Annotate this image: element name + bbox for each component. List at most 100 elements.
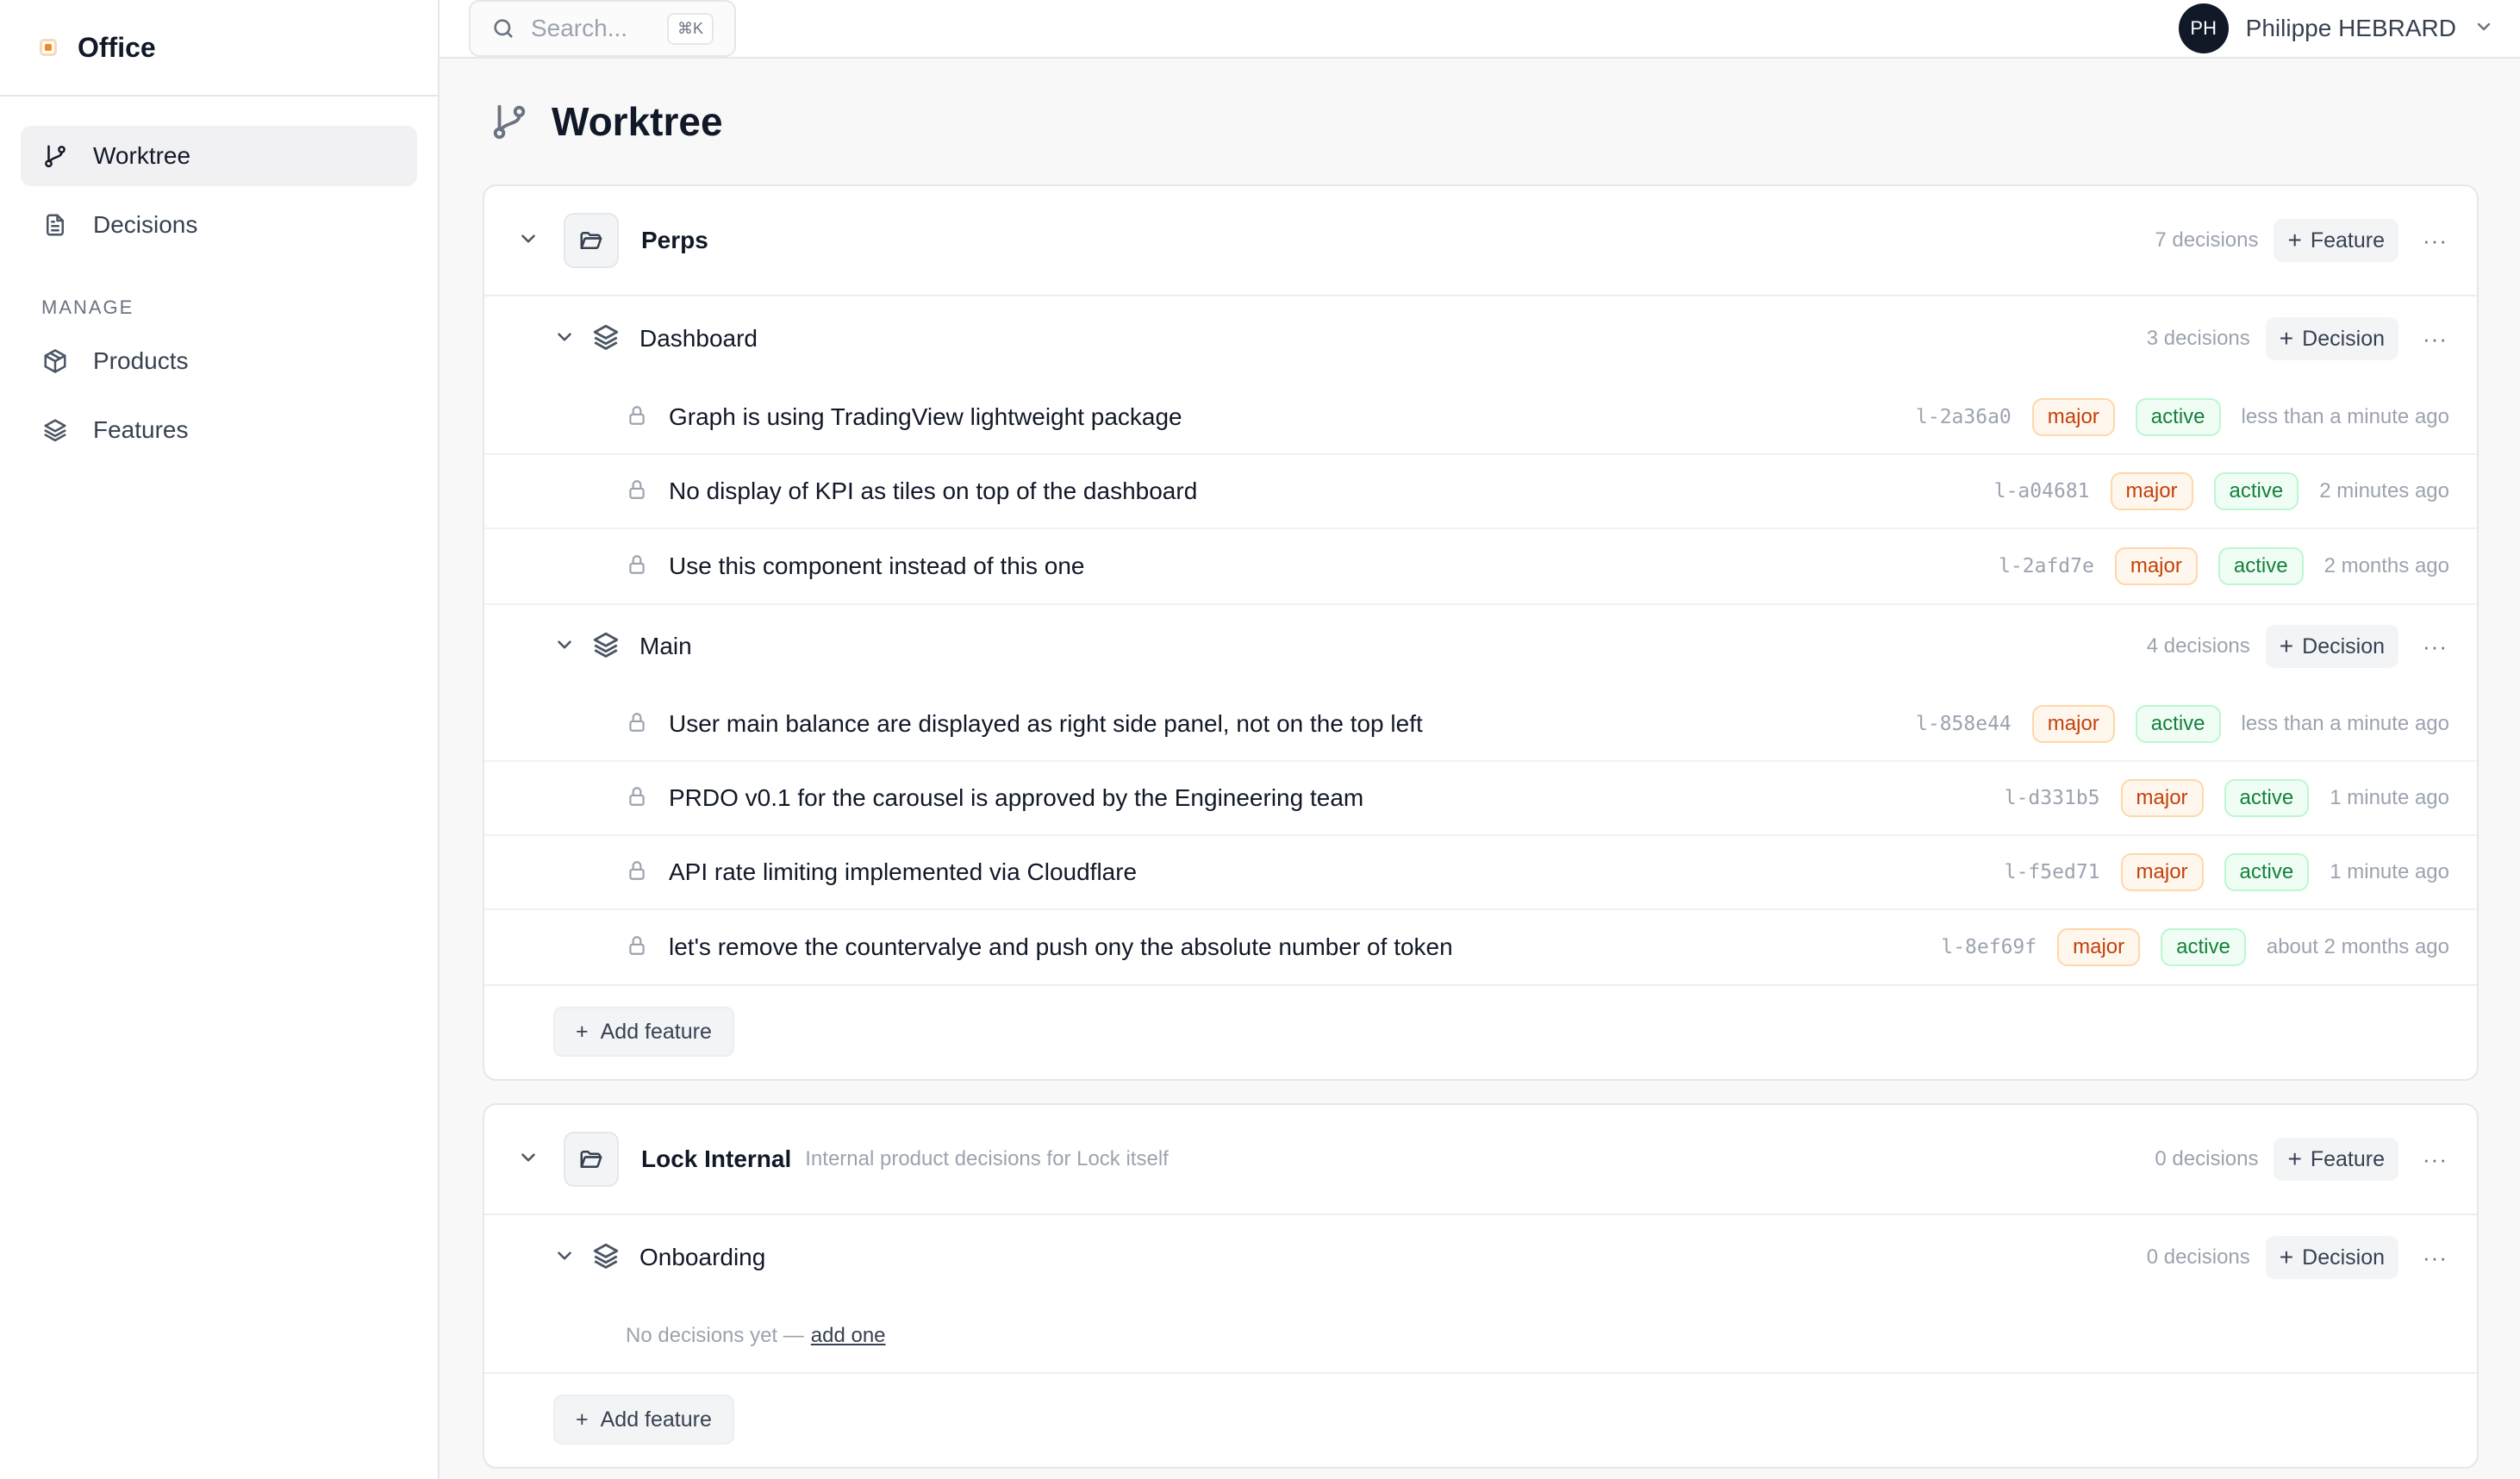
decision-row[interactable]: User main balance are displayed as right… [484, 688, 2477, 762]
timestamp: less than a minute ago [2241, 712, 2450, 735]
status-badge: active [2224, 779, 2310, 817]
timestamp: 2 months ago [2324, 554, 2449, 577]
impact-badge: major [2031, 398, 2115, 436]
add-feature-button[interactable]: + Feature [2274, 1138, 2399, 1181]
main: ⌘K PH Philippe HEBRARD Worktree [440, 0, 2520, 1479]
sidebar-item-label: Features [93, 416, 189, 443]
more-options-icon[interactable]: ··· [2414, 633, 2456, 660]
more-options-icon[interactable]: ··· [2414, 228, 2456, 254]
add-feature-row: + Add feature [484, 1372, 2477, 1467]
sidebar-item-label: Decisions [93, 211, 198, 238]
decision-count: 4 decisions [2146, 634, 2250, 658]
layers-icon [41, 416, 69, 444]
status-badge: active [2161, 928, 2246, 966]
app-root: Office Worktree Decisions MANAGE Product… [0, 0, 2520, 1479]
plus-icon: + [2287, 227, 2302, 253]
impact-badge: major [2120, 853, 2204, 891]
product-name[interactable]: Perps [641, 227, 708, 254]
decision-title: API rate limiting implemented via Cloudf… [669, 858, 1138, 885]
decision-row[interactable]: API rate limiting implemented via Cloudf… [484, 836, 2477, 910]
sidebar-item-decisions[interactable]: Decisions [21, 195, 417, 255]
decision-row[interactable]: Use this component instead of this one l… [484, 529, 2477, 603]
decision-id: l-2a36a0 [1916, 406, 2012, 428]
plus-icon: + [2279, 633, 2294, 659]
plus-icon: + [2287, 1145, 2302, 1172]
status-badge: active [2213, 472, 2299, 510]
content: Worktree Perps 7 decisions + Feature ···… [440, 59, 2520, 1479]
add-feature-button[interactable]: + Add feature [553, 1395, 734, 1445]
plus-icon: + [2279, 1244, 2294, 1270]
lock-icon [626, 404, 648, 431]
sidebar-item-label: Products [93, 347, 189, 374]
empty-state: No decisions yet — add one [484, 1300, 2477, 1372]
decision-row[interactable]: Graph is using TradingView lightweight p… [484, 381, 2477, 455]
layers-icon [591, 322, 621, 356]
product-name[interactable]: Lock Internal [641, 1145, 791, 1173]
more-options-icon[interactable]: ··· [2414, 326, 2456, 353]
impact-badge: major [2031, 705, 2115, 743]
button-label: Decision [2302, 1245, 2386, 1270]
search-input[interactable] [530, 15, 652, 42]
decision-count: 7 decisions [2155, 228, 2259, 252]
timestamp: less than a minute ago [2241, 405, 2450, 428]
status-badge: active [2217, 547, 2304, 585]
product-description: Internal product decisions for Lock itse… [805, 1147, 1169, 1170]
page-header: Worktree [490, 98, 2479, 145]
decision-meta: l-2a36a0 major active less than a minute… [1916, 398, 2449, 436]
brand-logo-icon [40, 39, 57, 56]
lock-icon [626, 934, 648, 961]
feature-name[interactable]: Main [639, 633, 692, 660]
decision-row[interactable]: PRDO v0.1 for the carousel is approved b… [484, 762, 2477, 836]
sidebar-item-features[interactable]: Features [21, 400, 417, 460]
search-box[interactable]: ⌘K [469, 0, 736, 57]
decision-count: 0 decisions [2155, 1147, 2259, 1170]
impact-badge: major [2114, 547, 2198, 585]
sidebar: Office Worktree Decisions MANAGE Product… [0, 0, 440, 1479]
chevron-down-icon[interactable] [553, 633, 576, 660]
status-badge: active [2135, 398, 2221, 436]
decision-row[interactable]: No display of KPI as tiles on top of the… [484, 455, 2477, 529]
chevron-down-icon[interactable] [553, 326, 576, 353]
add-feature-button[interactable]: + Add feature [553, 1007, 734, 1057]
impact-badge: major [2110, 472, 2193, 510]
decision-title: User main balance are displayed as right… [669, 710, 1423, 737]
chevron-down-icon[interactable] [553, 1245, 576, 1271]
chevron-down-icon[interactable] [517, 228, 540, 254]
button-label: Decision [2302, 633, 2386, 658]
decision-meta: l-a04681 major active 2 minutes ago [1994, 472, 2449, 510]
feature-tools: 0 decisions + Decision ··· [2147, 1236, 2456, 1279]
sidebar-item-products[interactable]: Products [21, 331, 417, 391]
decision-row[interactable]: let's remove the countervalye and push o… [484, 910, 2477, 984]
feature-name[interactable]: Onboarding [639, 1244, 765, 1271]
add-one-link[interactable]: add one [811, 1324, 886, 1348]
chevron-down-icon[interactable] [517, 1146, 540, 1173]
decision-meta: l-858e44 major active less than a minute… [1916, 705, 2449, 743]
decision-title: PRDO v0.1 for the carousel is approved b… [669, 784, 1364, 811]
product-header: Perps 7 decisions + Feature ··· [484, 186, 2477, 296]
more-options-icon[interactable]: ··· [2414, 1146, 2456, 1173]
add-feature-button[interactable]: + Feature [2274, 219, 2399, 262]
add-decision-button[interactable]: + Decision [2265, 317, 2399, 360]
feature-tools: 4 decisions + Decision ··· [2147, 625, 2456, 668]
product-card-lock-internal: Lock Internal Internal product decisions… [483, 1103, 2479, 1469]
impact-badge: major [2057, 928, 2141, 966]
search-shortcut: ⌘K [666, 12, 714, 45]
search-icon [494, 19, 513, 38]
sidebar-item-worktree[interactable]: Worktree [21, 126, 417, 186]
timestamp: about 2 months ago [2266, 935, 2449, 958]
layers-icon [591, 1241, 621, 1275]
brand[interactable]: Office [0, 0, 438, 97]
decision-meta: l-d331b5 major active 1 minute ago [2005, 779, 2449, 817]
user-menu[interactable]: PH Philippe HEBRARD [2178, 3, 2494, 53]
decision-list: User main balance are displayed as right… [484, 688, 2477, 984]
add-decision-button[interactable]: + Decision [2265, 1236, 2399, 1279]
lock-icon [626, 785, 648, 812]
folder-open-icon [564, 1132, 619, 1187]
product-card-perps: Perps 7 decisions + Feature ··· Dashboar [483, 184, 2479, 1081]
sidebar-item-label: Worktree [93, 142, 191, 169]
feature-name[interactable]: Dashboard [639, 325, 758, 353]
feature-header-dashboard: Dashboard 3 decisions + Decision ··· [484, 296, 2477, 381]
add-decision-button[interactable]: + Decision [2265, 625, 2399, 668]
decision-meta: l-2afd7e major active 2 months ago [1999, 547, 2449, 585]
more-options-icon[interactable]: ··· [2414, 1245, 2456, 1271]
